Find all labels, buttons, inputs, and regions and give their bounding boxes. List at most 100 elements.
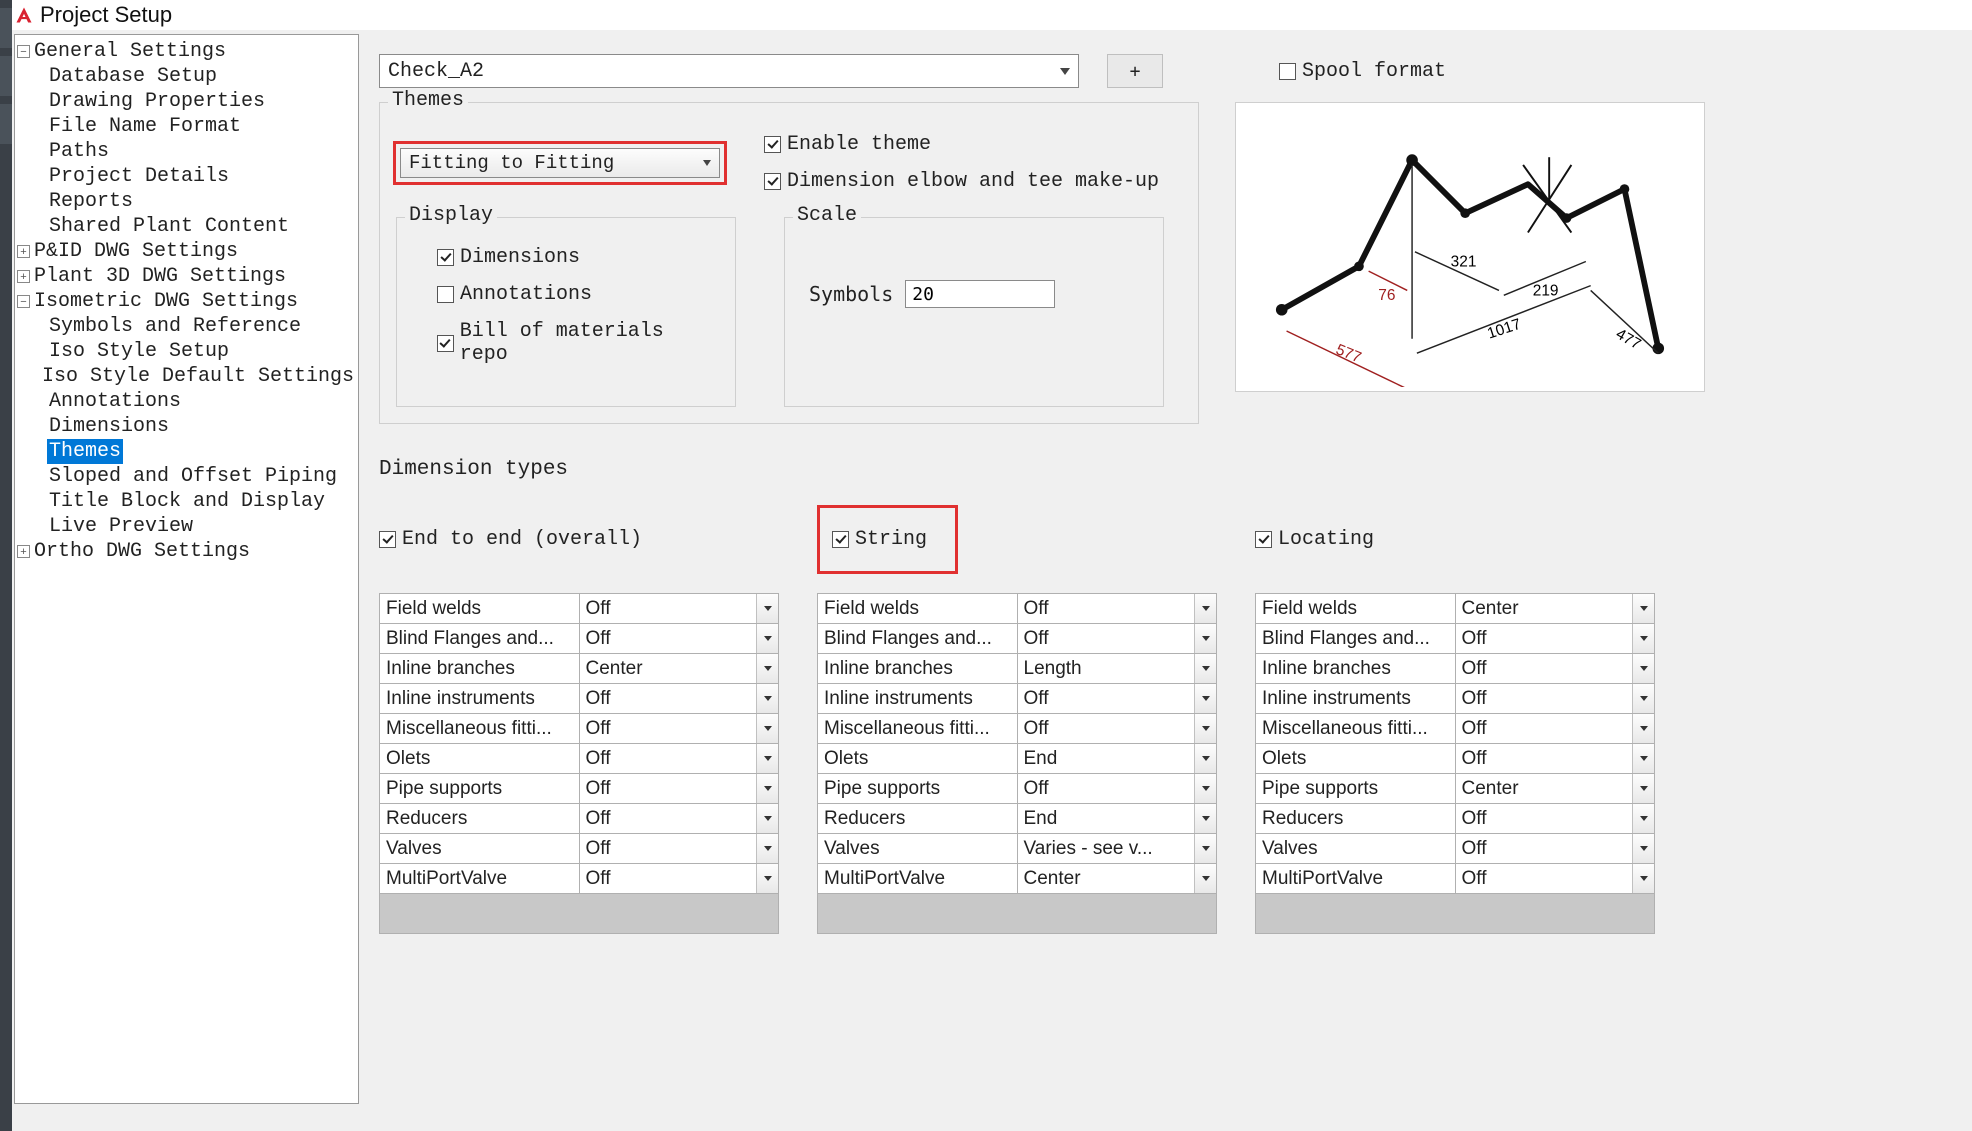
tree-item-reports[interactable]: Reports xyxy=(47,189,135,214)
chevron-down-icon[interactable] xyxy=(756,834,778,863)
table-row[interactable]: Blind Flanges and...Off xyxy=(1256,624,1655,654)
row-value-cell[interactable]: Center xyxy=(1017,864,1217,894)
chevron-down-icon[interactable] xyxy=(1632,714,1654,743)
dim-elbow-checkbox[interactable]: Dimension elbow and tee make-up xyxy=(764,170,1159,193)
table-row[interactable]: Miscellaneous fitti...Off xyxy=(380,714,779,744)
add-style-button[interactable]: + xyxy=(1107,54,1163,88)
row-value-cell[interactable]: Off xyxy=(1017,684,1217,714)
row-value-cell[interactable]: Off xyxy=(1455,804,1655,834)
table-row[interactable]: OletsOff xyxy=(1256,744,1655,774)
tree-item-iso-style-def[interactable]: Iso Style Default Settings xyxy=(40,364,356,389)
row-value-cell[interactable]: Off xyxy=(579,744,779,774)
tree-item-themes[interactable]: Themes xyxy=(47,439,123,464)
chevron-down-icon[interactable] xyxy=(1632,684,1654,713)
row-value-cell[interactable]: Off xyxy=(1455,864,1655,894)
chevron-down-icon[interactable] xyxy=(756,744,778,773)
table-row[interactable]: Pipe supportsCenter xyxy=(1256,774,1655,804)
table-row[interactable]: Blind Flanges and...Off xyxy=(818,624,1217,654)
table-row[interactable]: ValvesVaries - see v... xyxy=(818,834,1217,864)
tree-item-paths[interactable]: Paths xyxy=(47,139,111,164)
tree-toggle-plant3d[interactable]: + xyxy=(17,270,30,283)
theme-combo[interactable]: Fitting to Fitting xyxy=(400,148,720,178)
table-row[interactable]: Inline branchesCenter xyxy=(380,654,779,684)
table-row[interactable]: Inline branchesOff xyxy=(1256,654,1655,684)
row-value-cell[interactable]: Off xyxy=(579,864,779,894)
chevron-down-icon[interactable] xyxy=(756,864,778,893)
row-value-cell[interactable]: End xyxy=(1017,804,1217,834)
chevron-down-icon[interactable] xyxy=(1194,654,1216,683)
row-value-cell[interactable]: Off xyxy=(579,714,779,744)
tree-item-project-details[interactable]: Project Details xyxy=(47,164,231,189)
chevron-down-icon[interactable] xyxy=(1194,834,1216,863)
table-row[interactable]: Pipe supportsOff xyxy=(818,774,1217,804)
dim-end_to_end-grid[interactable]: Field weldsOffBlind Flanges and...OffInl… xyxy=(379,593,779,934)
display-bom-checkbox[interactable]: Bill of materials repo xyxy=(437,320,719,366)
table-row[interactable]: MultiPortValveCenter xyxy=(818,864,1217,894)
chevron-down-icon[interactable] xyxy=(1194,804,1216,833)
dim-end_to_end-checkbox[interactable]: End to end (overall) xyxy=(379,528,642,551)
row-value-cell[interactable]: Off xyxy=(1455,654,1655,684)
row-value-cell[interactable]: Off xyxy=(579,774,779,804)
row-value-cell[interactable]: Off xyxy=(1455,714,1655,744)
chevron-down-icon[interactable] xyxy=(1194,684,1216,713)
tree-item-annotations[interactable]: Annotations xyxy=(47,389,183,414)
table-row[interactable]: Inline branchesLength xyxy=(818,654,1217,684)
chevron-down-icon[interactable] xyxy=(1632,804,1654,833)
table-row[interactable]: Field weldsOff xyxy=(818,594,1217,624)
row-value-cell[interactable]: Off xyxy=(1455,684,1655,714)
table-row[interactable]: ValvesOff xyxy=(1256,834,1655,864)
row-value-cell[interactable]: Off xyxy=(1017,774,1217,804)
tree-item-dimensions[interactable]: Dimensions xyxy=(47,414,171,439)
chevron-down-icon[interactable] xyxy=(1194,624,1216,653)
chevron-down-icon[interactable] xyxy=(1194,594,1216,623)
tree-item-titleblock[interactable]: Title Block and Display xyxy=(47,489,327,514)
row-value-cell[interactable]: Off xyxy=(579,804,779,834)
chevron-down-icon[interactable] xyxy=(1632,834,1654,863)
display-dimensions-checkbox[interactable]: Dimensions xyxy=(437,246,719,269)
tree-item-general[interactable]: General Settings xyxy=(32,39,228,64)
dim-locating-grid[interactable]: Field weldsCenterBlind Flanges and...Off… xyxy=(1255,593,1655,934)
chevron-down-icon[interactable] xyxy=(756,684,778,713)
chevron-down-icon[interactable] xyxy=(756,804,778,833)
chevron-down-icon[interactable] xyxy=(756,714,778,743)
tree-item-symbols[interactable]: Symbols and Reference xyxy=(47,314,303,339)
row-value-cell[interactable]: Varies - see v... xyxy=(1017,834,1217,864)
tree-item-ortho[interactable]: Ortho DWG Settings xyxy=(32,539,252,564)
chevron-down-icon[interactable] xyxy=(1632,654,1654,683)
tree-item-pid[interactable]: P&ID DWG Settings xyxy=(32,239,240,264)
row-value-cell[interactable]: Off xyxy=(1017,594,1217,624)
tree-item-file-name[interactable]: File Name Format xyxy=(47,114,243,139)
table-row[interactable]: Field weldsCenter xyxy=(1256,594,1655,624)
table-row[interactable]: ReducersOff xyxy=(1256,804,1655,834)
tree-toggle-pid[interactable]: + xyxy=(17,245,30,258)
table-row[interactable]: OletsEnd xyxy=(818,744,1217,774)
table-row[interactable]: Blind Flanges and...Off xyxy=(380,624,779,654)
table-row[interactable]: MultiPortValveOff xyxy=(1256,864,1655,894)
table-row[interactable]: Inline instrumentsOff xyxy=(380,684,779,714)
table-row[interactable]: Miscellaneous fitti...Off xyxy=(818,714,1217,744)
chevron-down-icon[interactable] xyxy=(1632,594,1654,623)
chevron-down-icon[interactable] xyxy=(756,654,778,683)
row-value-cell[interactable]: Off xyxy=(1455,744,1655,774)
row-value-cell[interactable]: Off xyxy=(1455,624,1655,654)
chevron-down-icon[interactable] xyxy=(1194,774,1216,803)
table-row[interactable]: MultiPortValveOff xyxy=(380,864,779,894)
tree-toggle-iso[interactable]: − xyxy=(17,295,30,308)
tree-item-shared[interactable]: Shared Plant Content xyxy=(47,214,291,239)
tree-item-database[interactable]: Database Setup xyxy=(47,64,219,89)
chevron-down-icon[interactable] xyxy=(756,774,778,803)
chevron-down-icon[interactable] xyxy=(1194,714,1216,743)
tree-item-iso[interactable]: Isometric DWG Settings xyxy=(32,289,300,314)
row-value-cell[interactable]: Center xyxy=(1455,774,1655,804)
dim-locating-checkbox[interactable]: Locating xyxy=(1255,528,1374,551)
row-value-cell[interactable]: Off xyxy=(579,594,779,624)
tree-item-sloped[interactable]: Sloped and Offset Piping xyxy=(47,464,339,489)
chevron-down-icon[interactable] xyxy=(1194,864,1216,893)
table-row[interactable]: ValvesOff xyxy=(380,834,779,864)
row-value-cell[interactable]: Off xyxy=(1017,714,1217,744)
row-value-cell[interactable]: Center xyxy=(1455,594,1655,624)
tree-item-drawing-props[interactable]: Drawing Properties xyxy=(47,89,267,114)
table-row[interactable]: Inline instrumentsOff xyxy=(1256,684,1655,714)
chevron-down-icon[interactable] xyxy=(1632,744,1654,773)
table-row[interactable]: Inline instrumentsOff xyxy=(818,684,1217,714)
